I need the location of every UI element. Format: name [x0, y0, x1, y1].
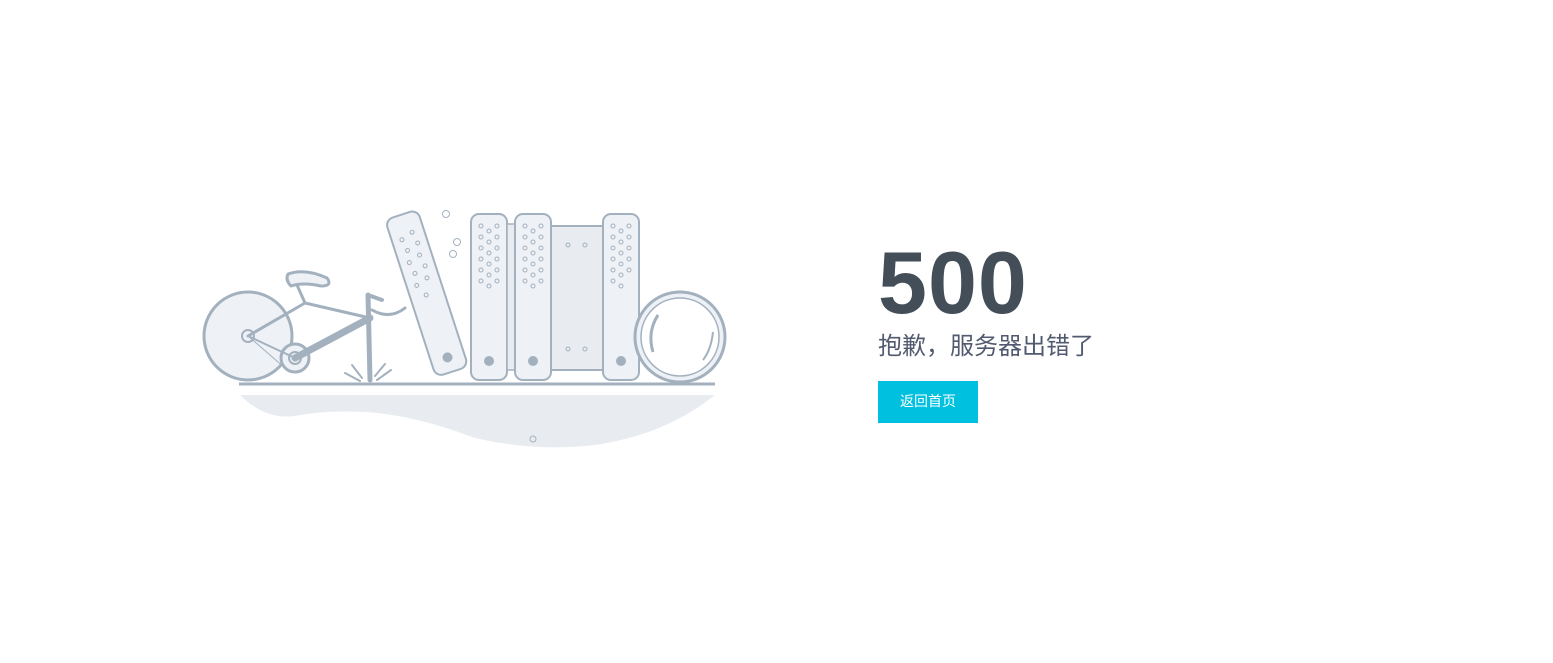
error-code: 500: [878, 233, 1028, 332]
binder-3-icon: [602, 213, 640, 381]
error-content: 500 抱歉，服务器出错了 返回首页: [878, 238, 1278, 423]
binder-1-icon: [470, 213, 508, 381]
binder-2-icon: [506, 213, 552, 381]
server-error-illustration: [202, 210, 727, 448]
bicycle-icon: [202, 270, 407, 383]
leaning-binder-icon: [386, 210, 468, 376]
decor-hexagons: [442, 210, 461, 258]
ground-shadow: [240, 395, 715, 448]
box-icon: [550, 225, 604, 371]
error-page: 500 抱歉，服务器出错了 返回首页: [0, 0, 1553, 663]
back-home-button[interactable]: 返回首页: [878, 381, 978, 423]
ball-icon: [633, 290, 727, 384]
error-message: 抱歉，服务器出错了: [878, 332, 1094, 360]
